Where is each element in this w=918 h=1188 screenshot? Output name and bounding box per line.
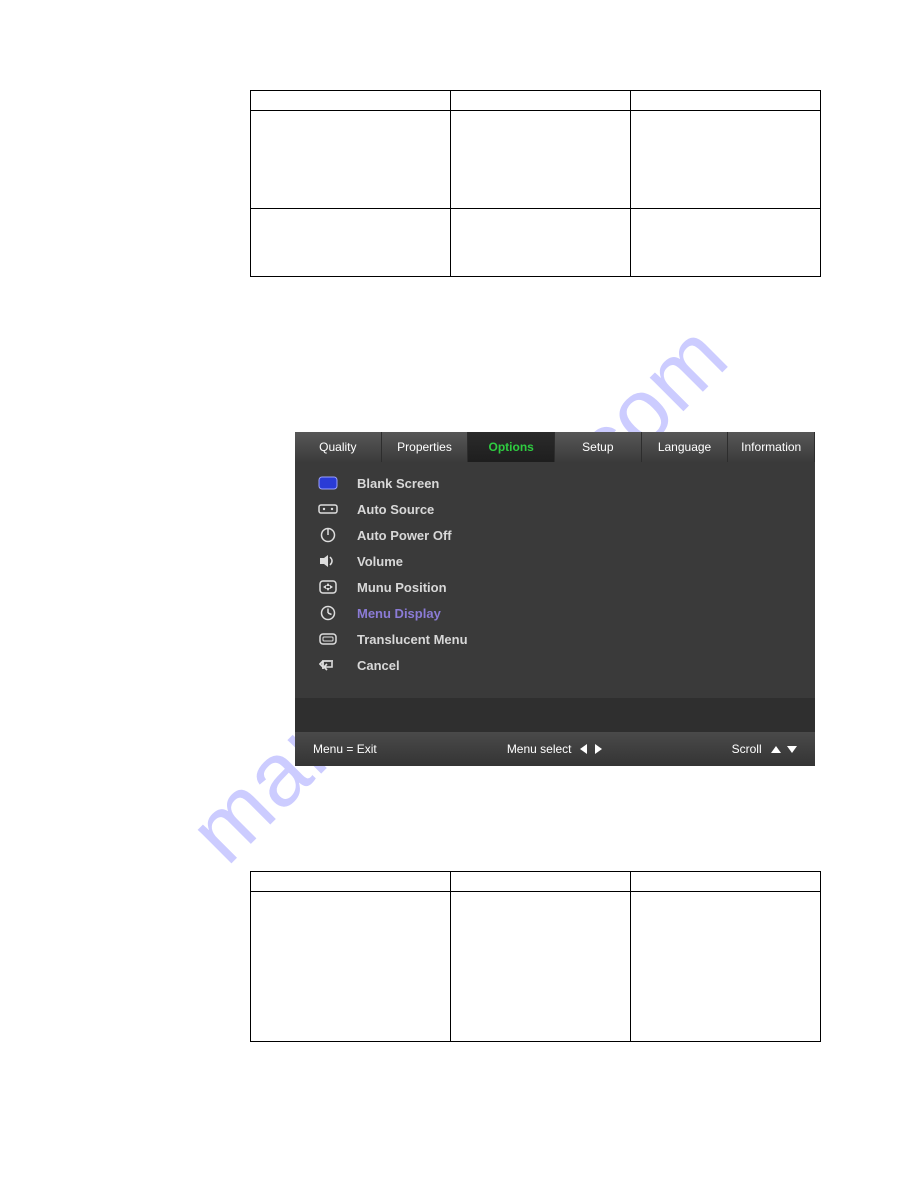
- td: [251, 892, 451, 1042]
- td: [451, 209, 631, 277]
- td: [451, 111, 631, 209]
- osd-item-label: Volume: [357, 554, 403, 569]
- osd-item-label: Munu Position: [357, 580, 447, 595]
- screen-icon: [317, 474, 339, 492]
- table-header-row: [251, 91, 821, 111]
- menu-icon: [317, 630, 339, 648]
- footer-mid-text: Menu select: [507, 742, 572, 756]
- properties-table-top: [250, 90, 821, 277]
- cancel-icon: [317, 656, 339, 674]
- osd-item-label: Translucent Menu: [357, 632, 468, 647]
- power-icon: [317, 526, 339, 544]
- th: [251, 872, 451, 892]
- td: [251, 111, 451, 209]
- td: [631, 111, 821, 209]
- osd-screenshot: Quality Properties Options Setup Languag…: [295, 432, 815, 766]
- osd-gap: [295, 698, 815, 732]
- osd-tab-bar: Quality Properties Options Setup Languag…: [295, 432, 815, 462]
- osd-item-blank-screen[interactable]: Blank Screen: [295, 470, 815, 496]
- tab-properties[interactable]: Properties: [382, 432, 469, 462]
- td: [251, 209, 451, 277]
- arrow-right-icon[interactable]: [595, 744, 602, 754]
- document-page: Quality Properties Options Setup Languag…: [80, 90, 838, 1108]
- osd-item-label: Blank Screen: [357, 476, 439, 491]
- options-table-bottom: [250, 871, 821, 1042]
- td: [451, 892, 631, 1042]
- footer-right: Scroll: [732, 742, 797, 756]
- tab-language[interactable]: Language: [642, 432, 729, 462]
- table-row: [251, 892, 821, 1042]
- th: [451, 872, 631, 892]
- tab-options[interactable]: Options: [468, 432, 555, 462]
- footer-right-text: Scroll: [732, 742, 762, 756]
- osd-item-menu-position[interactable]: Munu Position: [295, 574, 815, 600]
- osd-body: Blank Screen Auto Source Auto Power Off: [295, 462, 815, 694]
- arrow-left-icon[interactable]: [580, 744, 587, 754]
- td: [631, 209, 821, 277]
- position-icon: [317, 578, 339, 596]
- th: [631, 91, 821, 111]
- tab-setup[interactable]: Setup: [555, 432, 642, 462]
- th: [451, 91, 631, 111]
- arrow-down-icon[interactable]: [787, 746, 797, 753]
- osd-item-auto-source[interactable]: Auto Source: [295, 496, 815, 522]
- osd-item-label: Cancel: [357, 658, 400, 673]
- osd-item-cancel[interactable]: Cancel: [295, 652, 815, 678]
- osd-item-auto-power-off[interactable]: Auto Power Off: [295, 522, 815, 548]
- arrow-up-icon[interactable]: [771, 746, 781, 753]
- footer-mid: Menu select: [507, 742, 602, 756]
- osd-item-volume[interactable]: Volume: [295, 548, 815, 574]
- table-header-row: [251, 872, 821, 892]
- th: [631, 872, 821, 892]
- td: [631, 892, 821, 1042]
- osd-item-label: Auto Source: [357, 502, 434, 517]
- table-row: [251, 209, 821, 277]
- source-icon: [317, 500, 339, 518]
- osd-container: Quality Properties Options Setup Languag…: [295, 432, 815, 766]
- footer-left-text: Menu = Exit: [313, 742, 377, 756]
- th: [251, 91, 451, 111]
- tab-quality[interactable]: Quality: [295, 432, 382, 462]
- volume-icon: [317, 552, 339, 570]
- table-row: [251, 111, 821, 209]
- osd-footer: Menu = Exit Menu select Scroll: [295, 732, 815, 766]
- osd-item-menu-display[interactable]: Menu Display: [295, 600, 815, 626]
- tab-information[interactable]: Information: [728, 432, 815, 462]
- osd-item-translucent-menu[interactable]: Translucent Menu: [295, 626, 815, 652]
- osd-item-label: Menu Display: [357, 606, 441, 621]
- timer-icon: [317, 604, 339, 622]
- osd-item-label: Auto Power Off: [357, 528, 452, 543]
